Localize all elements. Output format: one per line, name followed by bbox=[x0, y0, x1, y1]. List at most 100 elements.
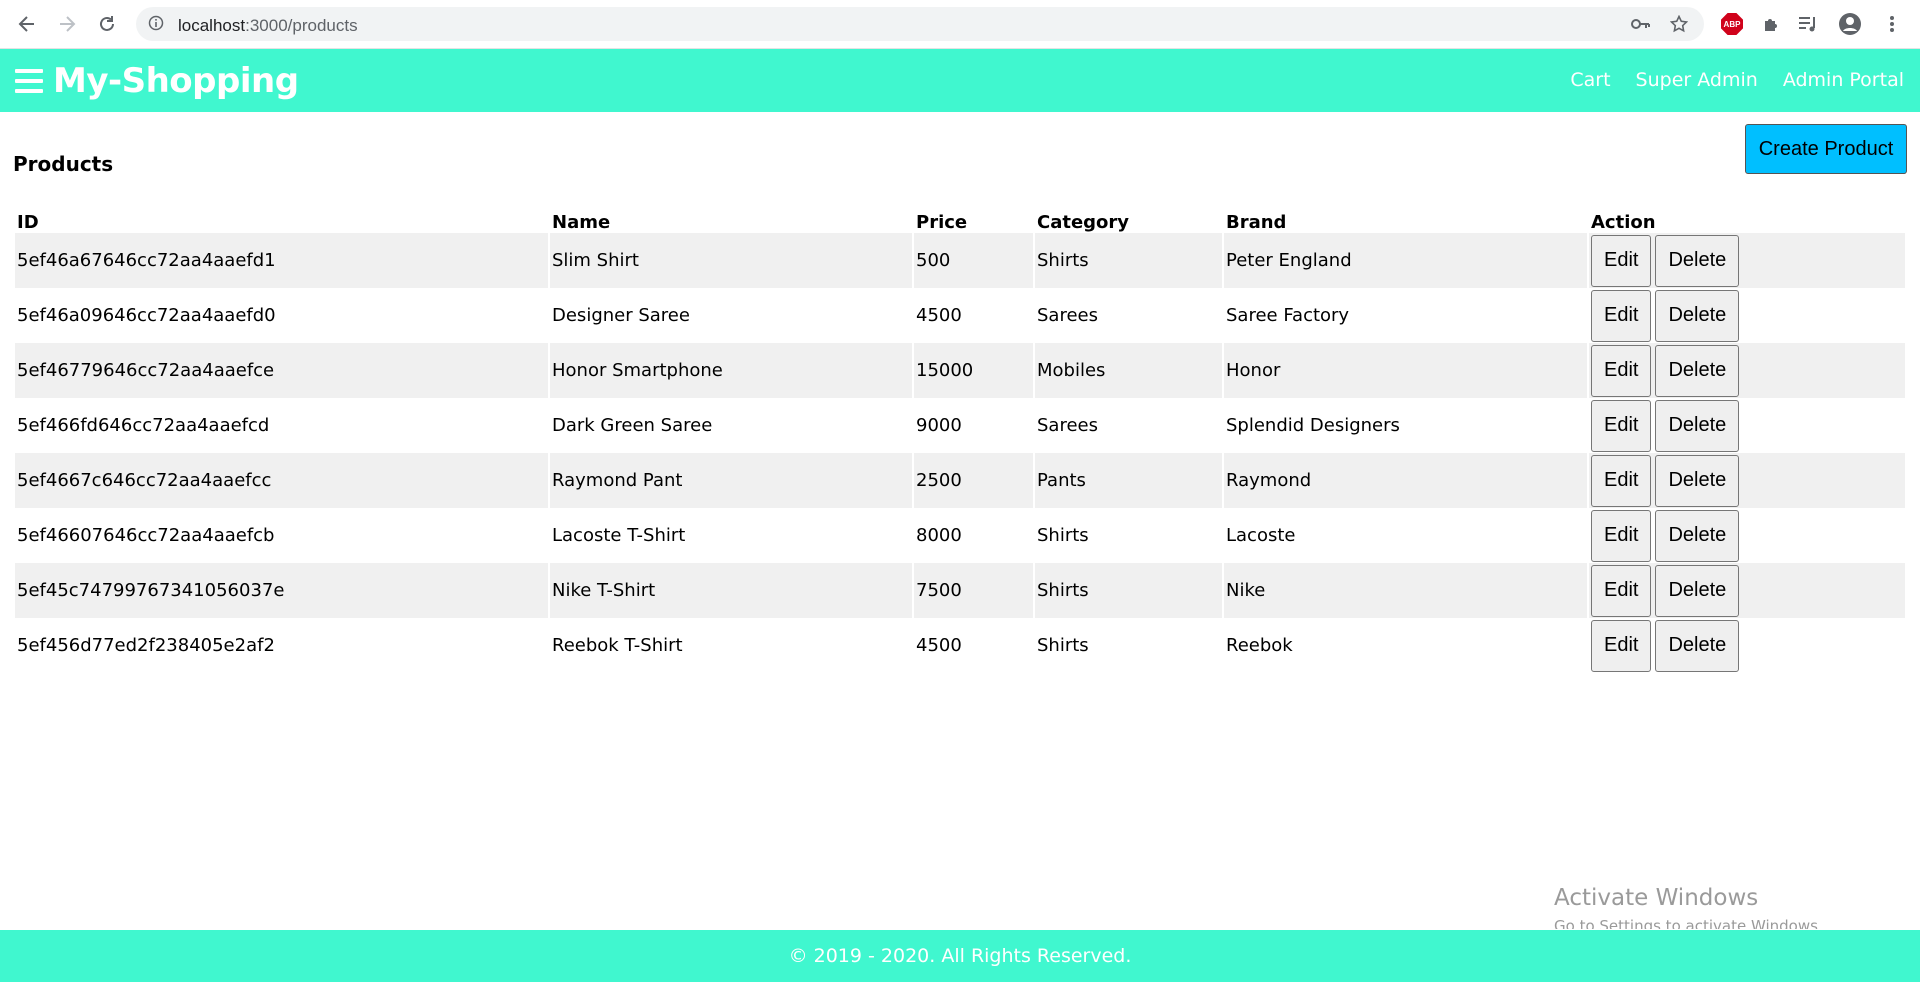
row-actions: Edit Delete bbox=[1589, 563, 1905, 618]
product-brand: Peter England bbox=[1224, 233, 1587, 288]
product-id: 5ef46a67646cc72aa4aaefd1 bbox=[15, 233, 548, 288]
nav-link-super-admin[interactable]: Super Admin bbox=[1636, 69, 1758, 91]
top-nav: Cart Super Admin Admin Portal bbox=[1545, 69, 1904, 91]
table-row: 5ef45c74799767341056037e Nike T-Shirt 75… bbox=[15, 563, 1905, 618]
product-price: 4500 bbox=[916, 305, 962, 326]
row-actions: Edit Delete bbox=[1589, 288, 1905, 343]
edit-button[interactable]: Edit bbox=[1591, 344, 1652, 397]
forward-arrow-icon[interactable] bbox=[52, 9, 82, 39]
row-actions: Edit Delete bbox=[1589, 398, 1905, 453]
row-actions: Edit Delete bbox=[1589, 233, 1905, 288]
product-name: Honor Smartphone bbox=[550, 343, 912, 398]
column-header-brand: Brand bbox=[1226, 212, 1287, 233]
product-price: 4500 bbox=[916, 635, 962, 656]
nav-link-cart[interactable]: Cart bbox=[1570, 69, 1610, 91]
site-info-icon[interactable] bbox=[148, 15, 164, 36]
product-id: 5ef466fd646cc72aa4aaefcd bbox=[17, 415, 270, 436]
product-price: 8000 bbox=[916, 525, 962, 546]
row-actions: Edit Delete bbox=[1589, 453, 1905, 508]
adblock-extension-icon[interactable]: ABP bbox=[1720, 12, 1744, 36]
table-row: 5ef46607646cc72aa4aaefcb Lacoste T-Shirt… bbox=[15, 508, 1905, 563]
delete-button[interactable]: Delete bbox=[1655, 344, 1740, 397]
product-brand: Splendid Designers bbox=[1226, 415, 1400, 436]
app-header: My-Shopping Cart Super Admin Admin Porta… bbox=[0, 49, 1920, 112]
product-category: Sarees bbox=[1037, 305, 1098, 326]
product-id: 5ef4667c646cc72aa4aaefcc bbox=[15, 453, 548, 508]
edit-button[interactable]: Edit bbox=[1591, 289, 1652, 342]
product-name: Raymond Pant bbox=[550, 453, 912, 508]
delete-button[interactable]: Delete bbox=[1655, 509, 1740, 562]
edit-button[interactable]: Edit bbox=[1591, 399, 1652, 452]
brand-logo[interactable]: My-Shopping bbox=[53, 61, 299, 101]
table-row: 5ef46a09646cc72aa4aaefd0 Designer Saree … bbox=[15, 288, 1905, 343]
product-name: Dark Green Saree bbox=[552, 415, 713, 436]
product-category: Shirts bbox=[1037, 635, 1089, 656]
product-price: 500 bbox=[914, 233, 1033, 288]
reload-icon[interactable] bbox=[92, 9, 122, 39]
product-brand: Saree Factory bbox=[1226, 305, 1350, 326]
row-actions: Edit Delete bbox=[1589, 508, 1905, 563]
product-name: Designer Saree bbox=[552, 305, 690, 326]
product-id: 5ef456d77ed2f238405e2af2 bbox=[17, 635, 275, 656]
address-bar[interactable]: localhost:3000/products bbox=[136, 7, 1704, 41]
table-header-row: ID Name Price Category Brand Action bbox=[15, 205, 1905, 233]
edit-button[interactable]: Edit bbox=[1591, 619, 1652, 672]
product-category: Shirts bbox=[1035, 233, 1222, 288]
product-name: Nike T-Shirt bbox=[550, 563, 912, 618]
table-row: 5ef4667c646cc72aa4aaefcc Raymond Pant 25… bbox=[15, 453, 1905, 508]
column-header-id: ID bbox=[17, 212, 39, 233]
row-actions: Edit Delete bbox=[1589, 618, 1905, 673]
hamburger-menu-icon[interactable] bbox=[15, 69, 43, 93]
page-title: Products bbox=[13, 152, 114, 176]
product-name: Lacoste T-Shirt bbox=[552, 525, 686, 546]
product-brand: Reebok bbox=[1226, 635, 1293, 656]
delete-button[interactable]: Delete bbox=[1655, 234, 1740, 287]
column-header-action: Action bbox=[1591, 212, 1656, 233]
product-price: 9000 bbox=[916, 415, 962, 436]
product-id: 5ef46a09646cc72aa4aaefd0 bbox=[17, 305, 276, 326]
product-brand: Raymond bbox=[1224, 453, 1587, 508]
product-category: Mobiles bbox=[1035, 343, 1222, 398]
delete-button[interactable]: Delete bbox=[1655, 289, 1740, 342]
delete-button[interactable]: Delete bbox=[1655, 454, 1740, 507]
back-arrow-icon[interactable] bbox=[12, 9, 42, 39]
media-queue-icon[interactable] bbox=[1796, 12, 1820, 36]
product-price: 7500 bbox=[914, 563, 1033, 618]
product-id: 5ef45c74799767341056037e bbox=[15, 563, 548, 618]
delete-button[interactable]: Delete bbox=[1655, 399, 1740, 452]
table-row: 5ef46779646cc72aa4aaefce Honor Smartphon… bbox=[15, 343, 1905, 398]
browser-toolbar: localhost:3000/products ABP bbox=[0, 0, 1920, 49]
url-text[interactable]: localhost:3000/products bbox=[178, 16, 358, 36]
table-row: 5ef466fd646cc72aa4aaefcd Dark Green Sare… bbox=[15, 398, 1905, 453]
bookmark-star-icon[interactable] bbox=[1669, 14, 1689, 38]
product-name: Reebok T-Shirt bbox=[552, 635, 683, 656]
url-path: :3000/products bbox=[245, 16, 358, 35]
watermark-title: Activate Windows bbox=[1554, 885, 1759, 911]
edit-button[interactable]: Edit bbox=[1591, 234, 1652, 287]
nav-link-admin-portal[interactable]: Admin Portal bbox=[1783, 69, 1904, 91]
product-brand: Nike bbox=[1224, 563, 1587, 618]
edit-button[interactable]: Edit bbox=[1591, 564, 1652, 617]
delete-button[interactable]: Delete bbox=[1655, 619, 1740, 672]
product-category: Pants bbox=[1035, 453, 1222, 508]
table-row: 5ef456d77ed2f238405e2af2 Reebok T-Shirt … bbox=[15, 618, 1905, 673]
extensions-puzzle-icon[interactable] bbox=[1760, 12, 1784, 36]
product-category: Shirts bbox=[1035, 563, 1222, 618]
row-actions: Edit Delete bbox=[1589, 343, 1905, 398]
product-category: Sarees bbox=[1037, 415, 1098, 436]
product-brand: Lacoste bbox=[1226, 525, 1296, 546]
table-row: 5ef46a67646cc72aa4aaefd1 Slim Shirt 500 … bbox=[15, 233, 1905, 288]
create-product-button[interactable]: Create Product bbox=[1745, 124, 1907, 174]
browser-menu-icon[interactable] bbox=[1880, 12, 1904, 36]
products-table: ID Name Price Category Brand Action 5ef4… bbox=[13, 205, 1907, 673]
url-host: localhost bbox=[178, 16, 246, 35]
footer-copyright: © 2019 - 2020. All Rights Reserved. bbox=[788, 945, 1132, 967]
delete-button[interactable]: Delete bbox=[1655, 564, 1740, 617]
column-header-category: Category bbox=[1037, 212, 1130, 233]
activate-windows-watermark: Activate Windows Go to Settings to activ… bbox=[1554, 885, 1823, 929]
edit-button[interactable]: Edit bbox=[1591, 509, 1652, 562]
key-icon[interactable] bbox=[1630, 15, 1650, 38]
product-category: Shirts bbox=[1037, 525, 1089, 546]
profile-avatar-icon[interactable] bbox=[1838, 12, 1862, 36]
edit-button[interactable]: Edit bbox=[1591, 454, 1652, 507]
